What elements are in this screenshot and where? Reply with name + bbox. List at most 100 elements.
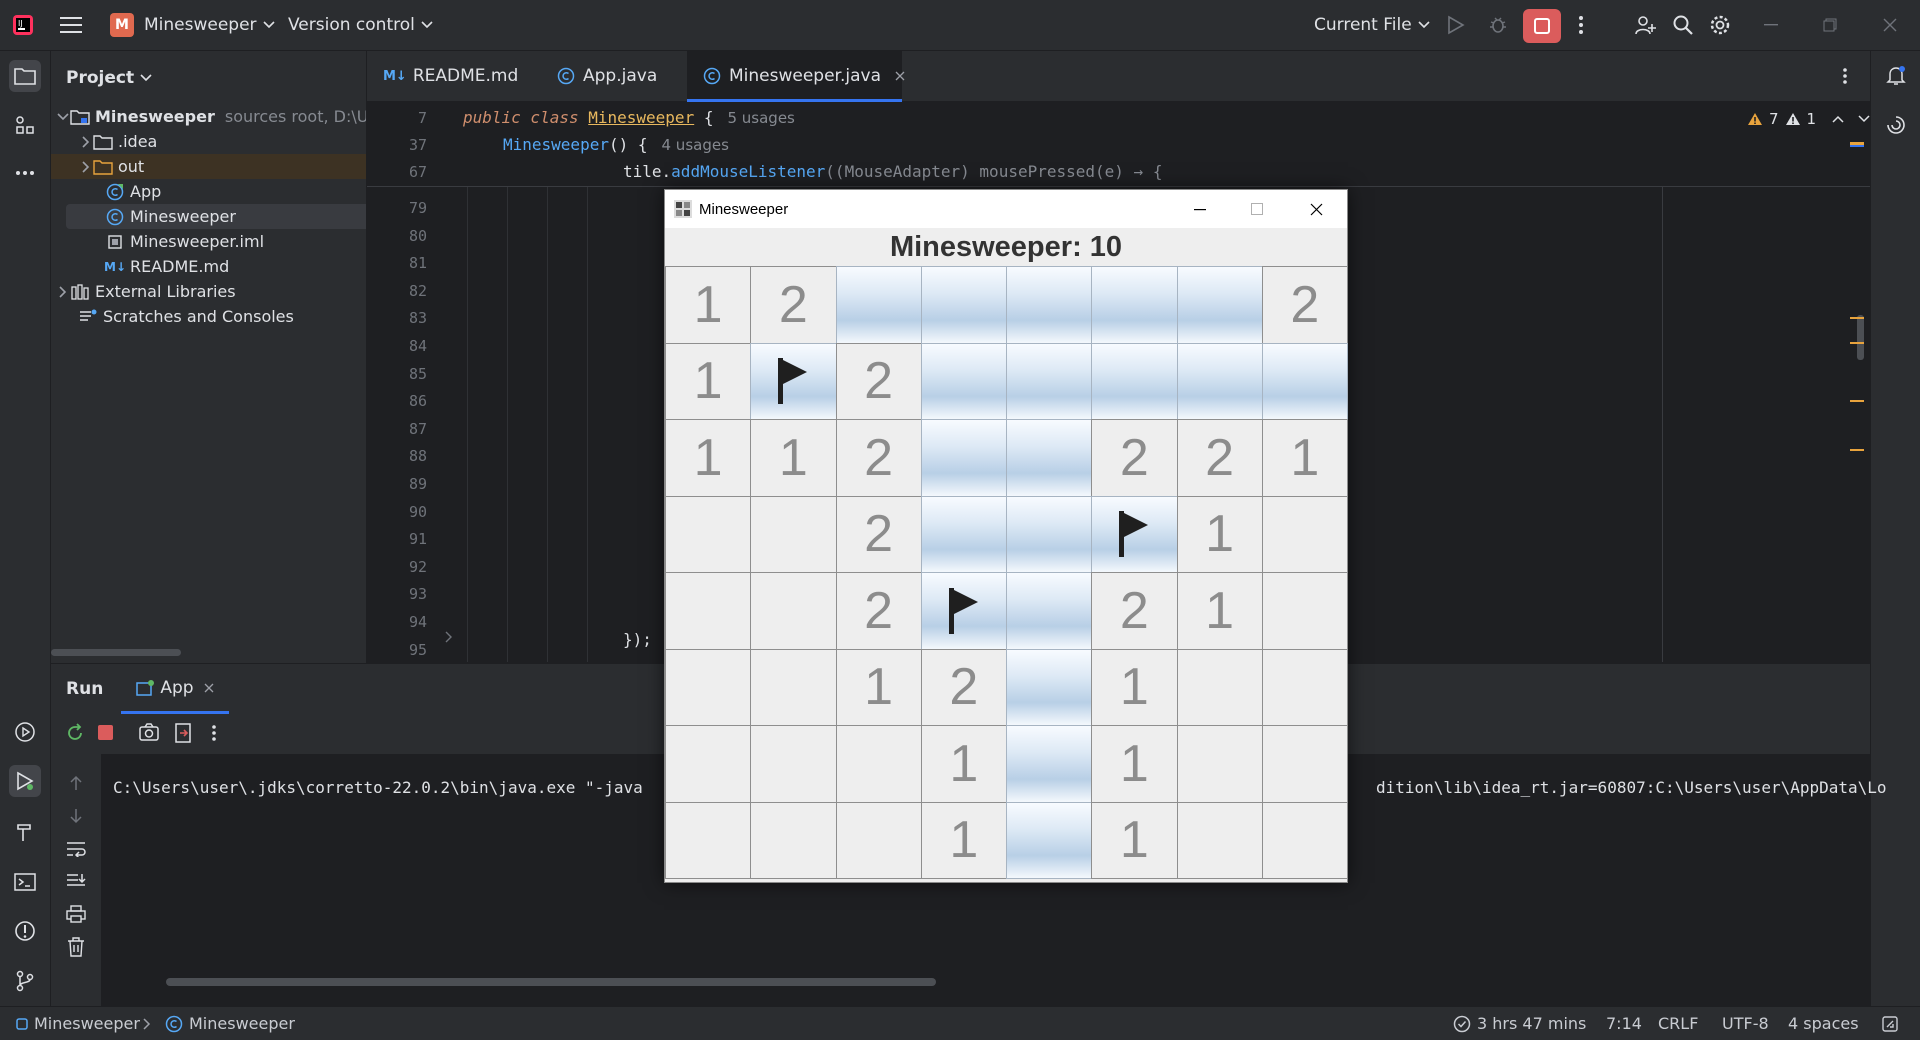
tile-unrevealed[interactable] <box>1176 342 1263 420</box>
scroll-down-arrow-icon[interactable] <box>65 805 87 827</box>
tile-number[interactable]: 2 <box>920 648 1007 726</box>
main-menu-icon[interactable] <box>60 0 82 50</box>
tab-readme[interactable]: M↓ README.md <box>383 51 533 101</box>
close-window-icon[interactable] <box>1883 0 1897 50</box>
tree-item-out[interactable]: out <box>51 154 366 179</box>
stop-button[interactable] <box>1523 9 1561 43</box>
more-tools-icon[interactable] <box>9 157 41 189</box>
error-stripe-mark[interactable] <box>1850 145 1864 147</box>
sticky-line-listener[interactable]: tile.addMouseListener((MouseAdapter) mou… <box>623 162 1162 181</box>
scroll-to-end-icon[interactable] <box>65 870 87 892</box>
build-hammer-icon[interactable] <box>9 816 41 848</box>
add-user-icon[interactable] <box>1634 0 1656 50</box>
stop-icon[interactable] <box>98 725 113 740</box>
tile-empty[interactable] <box>1261 725 1348 803</box>
time-tracking[interactable]: 3 hrs 47 mins <box>1453 1007 1586 1040</box>
tile-number[interactable]: 2 <box>1261 266 1348 344</box>
run-tool-icon[interactable] <box>9 765 41 797</box>
tile-empty[interactable] <box>665 572 752 650</box>
tile-unrevealed[interactable] <box>920 495 1007 573</box>
version-control-menu[interactable]: Version control <box>288 0 433 50</box>
tile-unrevealed[interactable] <box>1006 342 1093 420</box>
tile-number[interactable]: 1 <box>920 725 1007 803</box>
usage-hint[interactable]: 4 usages <box>662 136 729 154</box>
tile-number[interactable]: 1 <box>920 801 1007 879</box>
chevron-down-icon[interactable] <box>1858 115 1870 123</box>
inspection-widget[interactable]: 7 1 <box>1747 110 1870 128</box>
debug-icon[interactable] <box>1488 0 1508 50</box>
structure-icon[interactable] <box>9 109 41 141</box>
tile-unrevealed[interactable] <box>1006 725 1093 803</box>
tree-item-external-libraries[interactable]: External Libraries <box>51 279 366 304</box>
tile-unrevealed[interactable] <box>1006 648 1093 726</box>
tree-item-app[interactable]: App <box>51 179 366 204</box>
caret-position[interactable]: 7:14 <box>1606 1007 1642 1040</box>
tile-unrevealed[interactable] <box>1006 419 1093 497</box>
tree-item-iml[interactable]: Minesweeper.iml <box>51 229 366 254</box>
tile-unrevealed[interactable] <box>1091 266 1178 344</box>
tile-number[interactable]: 1 <box>665 266 752 344</box>
tile-number[interactable]: 1 <box>1091 801 1178 879</box>
tile-unrevealed[interactable] <box>920 266 1007 344</box>
project-tool-folder-icon[interactable] <box>9 60 41 92</box>
tree-item-scratches[interactable]: Scratches and Consoles <box>51 304 366 329</box>
tab-options-icon[interactable] <box>1842 51 1848 101</box>
tile-empty[interactable] <box>1261 495 1348 573</box>
tile-empty[interactable] <box>1176 725 1263 803</box>
tile-empty[interactable] <box>665 495 752 573</box>
tile-empty[interactable] <box>665 801 752 879</box>
tile-number[interactable]: 1 <box>1091 725 1178 803</box>
notifications-bell-icon[interactable] <box>1880 60 1912 92</box>
ai-assistant-icon[interactable] <box>1880 109 1912 141</box>
error-stripe-mark[interactable] <box>1850 342 1864 344</box>
error-stripe-mark[interactable] <box>1850 400 1864 402</box>
tile-flagged[interactable] <box>1091 495 1178 573</box>
tile-empty[interactable] <box>665 648 752 726</box>
tile-number[interactable]: 1 <box>1176 572 1263 650</box>
git-branch-icon[interactable] <box>9 965 41 997</box>
tile-number[interactable]: 2 <box>1091 572 1178 650</box>
tile-unrevealed[interactable] <box>835 266 922 344</box>
tile-number[interactable]: 2 <box>1091 419 1178 497</box>
screenshot-camera-icon[interactable] <box>139 723 159 741</box>
scroll-up-arrow-icon[interactable] <box>65 772 87 794</box>
tile-number[interactable]: 1 <box>1091 648 1178 726</box>
tile-flagged[interactable] <box>750 342 837 420</box>
tree-item-minesweeper-class[interactable]: Minesweeper <box>66 204 366 229</box>
minimize-window-icon[interactable] <box>1764 0 1778 50</box>
tile-empty[interactable] <box>1261 572 1348 650</box>
tile-number[interactable]: 2 <box>835 419 922 497</box>
tile-empty[interactable] <box>1261 801 1348 879</box>
services-icon[interactable] <box>9 716 41 748</box>
clear-trash-icon[interactable] <box>65 936 87 958</box>
tile-number[interactable]: 2 <box>1176 419 1263 497</box>
tile-empty[interactable] <box>750 495 837 573</box>
code-closing-brace[interactable]: }); <box>623 630 652 649</box>
minesweeper-title-bar[interactable]: Minesweeper <box>665 190 1347 228</box>
tile-number[interactable]: 1 <box>750 419 837 497</box>
tile-number[interactable]: 2 <box>835 342 922 420</box>
close-window-icon[interactable] <box>1310 203 1323 216</box>
gear-icon[interactable] <box>1709 0 1731 50</box>
minimize-window-icon[interactable] <box>1194 209 1206 211</box>
tile-unrevealed[interactable] <box>920 342 1007 420</box>
ide-logo-icon[interactable]: IJ <box>12 0 34 50</box>
run-icon[interactable] <box>1447 0 1465 50</box>
project-panel-header[interactable]: Project <box>66 51 152 105</box>
tree-item-idea[interactable]: .idea <box>51 129 366 154</box>
rerun-icon[interactable] <box>65 723 85 743</box>
tile-number[interactable]: 2 <box>750 266 837 344</box>
tile-empty[interactable] <box>835 725 922 803</box>
line-separator[interactable]: CRLF <box>1658 1007 1698 1040</box>
editor-scrollbar-thumb[interactable] <box>1857 315 1864 360</box>
tile-unrevealed[interactable] <box>1006 801 1093 879</box>
tile-number[interactable]: 1 <box>665 342 752 420</box>
fold-marker-icon[interactable] <box>445 631 453 643</box>
print-icon[interactable] <box>65 903 87 925</box>
project-switcher[interactable]: M Minesweeper <box>110 0 275 50</box>
tile-empty[interactable] <box>665 725 752 803</box>
error-stripe-mark[interactable] <box>1850 317 1864 319</box>
problems-icon[interactable] <box>9 915 41 947</box>
tile-unrevealed[interactable] <box>1006 495 1093 573</box>
tile-unrevealed[interactable] <box>920 419 1007 497</box>
